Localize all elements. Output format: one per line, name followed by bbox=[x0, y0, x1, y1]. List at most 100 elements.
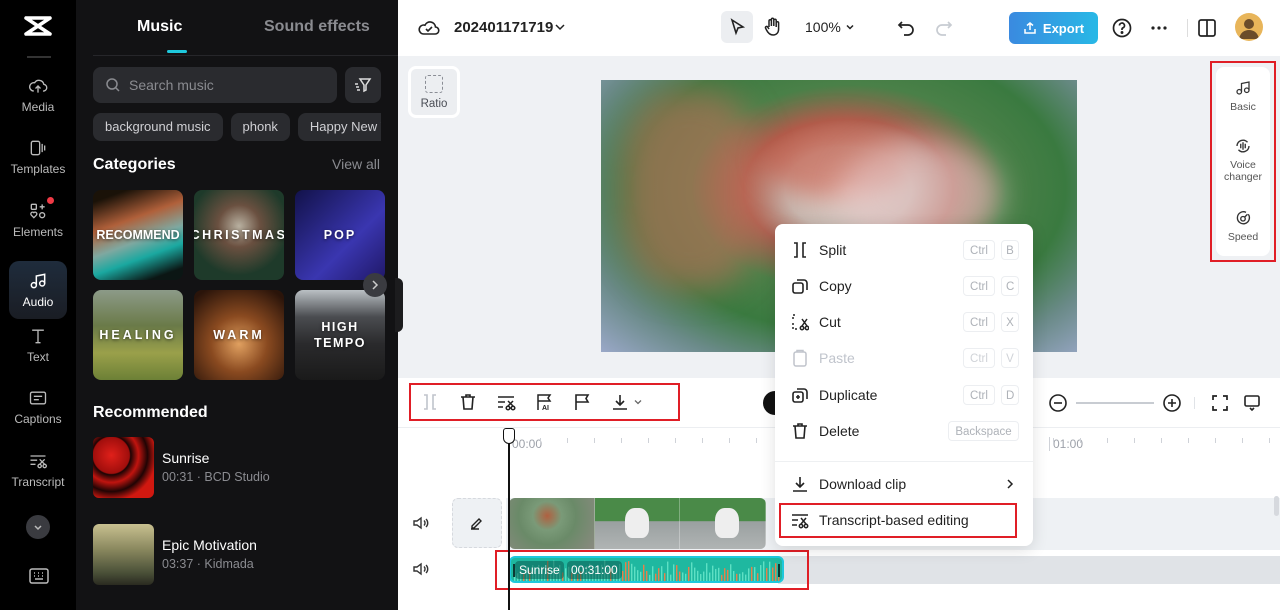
waveform-bar bbox=[712, 565, 714, 581]
ratio-button[interactable]: Ratio bbox=[408, 66, 460, 118]
more-tools-button[interactable] bbox=[26, 515, 50, 539]
ai-marker-icon[interactable]: AI bbox=[534, 392, 554, 412]
zoom-out-icon[interactable] bbox=[1048, 393, 1068, 413]
rail-item-transcript[interactable]: Transcript bbox=[9, 441, 67, 499]
context-menu: Split Ctrl B Copy Ctrl C Cut Ctrl X Past… bbox=[775, 224, 1033, 546]
delete-icon[interactable] bbox=[458, 392, 478, 412]
timeline-scrollbar[interactable] bbox=[1274, 496, 1279, 516]
property-basic[interactable]: Basic bbox=[1216, 79, 1270, 113]
captions-icon bbox=[29, 391, 47, 405]
download-icon[interactable] bbox=[610, 392, 630, 412]
help-icon[interactable] bbox=[1111, 17, 1133, 39]
song-thumbnail bbox=[93, 524, 154, 585]
chip-happy-new-year[interactable]: Happy New Year bbox=[297, 113, 381, 141]
preview-monitor-icon[interactable] bbox=[1242, 393, 1262, 413]
svg-text:AI: AI bbox=[542, 405, 549, 412]
shortcut-key: Ctrl bbox=[963, 385, 995, 405]
category-high-tempo[interactable]: HIGH TEMPO bbox=[295, 290, 385, 380]
ruler-tick bbox=[1242, 438, 1243, 443]
video-clip[interactable] bbox=[509, 498, 766, 549]
ruler-tick bbox=[1080, 438, 1081, 443]
keyboard-shortcuts-icon[interactable] bbox=[29, 567, 49, 585]
song-item[interactable]: Epic Motivation 03:37 · Kidmada bbox=[93, 524, 383, 586]
rail-item-captions[interactable]: Captions bbox=[9, 378, 67, 436]
hand-tool-button[interactable] bbox=[757, 11, 789, 43]
edit-cover-button[interactable] bbox=[452, 498, 502, 548]
user-avatar[interactable] bbox=[1235, 13, 1263, 41]
property-speed[interactable]: Speed bbox=[1216, 209, 1270, 243]
property-label: Speed bbox=[1227, 231, 1259, 243]
audio-clip-sunrise[interactable]: Sunrise 00:31:00 bbox=[509, 556, 784, 583]
voice-changer-icon bbox=[1236, 139, 1250, 153]
clip-trim-handle[interactable] bbox=[778, 564, 780, 577]
zoom-in-icon[interactable] bbox=[1162, 393, 1182, 413]
rail-label: Elements bbox=[12, 225, 64, 239]
waveform-bar bbox=[646, 570, 648, 581]
marker-flag-icon[interactable] bbox=[572, 392, 592, 412]
property-voice-changer[interactable]: Voice changer bbox=[1216, 137, 1270, 183]
transcript-edit-icon[interactable] bbox=[496, 392, 516, 412]
project-name[interactable]: 202401171719 bbox=[454, 19, 553, 36]
menu-item-copy[interactable]: Copy Ctrl C bbox=[791, 272, 1021, 300]
menu-item-duplicate[interactable]: Duplicate Ctrl D bbox=[791, 381, 1021, 409]
zoom-slider[interactable] bbox=[1076, 402, 1154, 404]
rail-label: Media bbox=[21, 100, 55, 114]
chip-background-music[interactable]: background music bbox=[93, 113, 223, 141]
ruler-tick bbox=[567, 438, 568, 443]
filter-button[interactable] bbox=[345, 67, 381, 103]
redo-icon[interactable] bbox=[933, 17, 955, 39]
recommended-title: Recommended bbox=[93, 404, 208, 421]
layout-panel-icon[interactable] bbox=[1196, 17, 1218, 39]
track-volume-icon[interactable] bbox=[412, 561, 430, 577]
category-christmas[interactable]: CHRISTMAS bbox=[194, 190, 284, 280]
category-healing[interactable]: HEALING bbox=[93, 290, 183, 380]
waveform-bar bbox=[664, 573, 666, 581]
tab-music[interactable]: Music bbox=[137, 18, 182, 36]
menu-item-split[interactable]: Split Ctrl B bbox=[791, 236, 1021, 264]
waveform-bar bbox=[772, 567, 774, 581]
menu-label: Duplicate bbox=[819, 387, 878, 403]
audio-clip-duration: 00:31:00 bbox=[567, 561, 622, 579]
categories-next-button[interactable] bbox=[363, 273, 387, 297]
waveform-bar bbox=[775, 563, 777, 581]
rail-item-audio[interactable]: Audio bbox=[9, 261, 67, 319]
ruler-label: 00:00 bbox=[512, 437, 543, 451]
menu-label: Cut bbox=[819, 314, 841, 330]
category-recommend[interactable]: RECOMMEND bbox=[93, 190, 183, 280]
chevron-down-icon[interactable] bbox=[554, 21, 566, 33]
menu-item-delete[interactable]: Delete Backspace bbox=[791, 417, 1021, 445]
rail-item-media[interactable]: Media bbox=[9, 66, 67, 124]
song-meta: 00:31 · BCD Studio bbox=[162, 470, 270, 484]
menu-item-cut[interactable]: Cut Ctrl X bbox=[791, 308, 1021, 336]
rail-item-text[interactable]: Text bbox=[9, 316, 67, 374]
search-music-input[interactable]: Search music bbox=[93, 67, 337, 103]
category-warm[interactable]: WARM bbox=[194, 290, 284, 380]
zoom-level-dropdown[interactable]: 100% bbox=[805, 19, 855, 35]
undo-icon[interactable] bbox=[895, 17, 917, 39]
ruler-tick bbox=[756, 438, 757, 443]
song-item[interactable]: Sunrise 00:31 · BCD Studio bbox=[93, 437, 383, 499]
category-pop[interactable]: POP bbox=[295, 190, 385, 280]
rail-item-elements[interactable]: Elements bbox=[9, 191, 67, 249]
menu-item-paste[interactable]: Paste Ctrl V bbox=[791, 344, 1021, 372]
playhead[interactable] bbox=[503, 428, 515, 610]
track-volume-icon[interactable] bbox=[412, 515, 430, 531]
collapse-panel-handle[interactable] bbox=[395, 278, 403, 332]
chevron-down-icon[interactable] bbox=[633, 397, 643, 407]
playhead-handle[interactable] bbox=[503, 428, 515, 444]
export-button[interactable]: Export bbox=[1009, 12, 1098, 44]
chip-phonk[interactable]: phonk bbox=[230, 113, 290, 141]
shortcut-key: B bbox=[1001, 240, 1019, 260]
waveform-bar bbox=[634, 566, 636, 581]
menu-item-download-clip[interactable]: Download clip bbox=[791, 470, 1021, 498]
fit-screen-icon[interactable] bbox=[1210, 393, 1230, 413]
view-all-link[interactable]: View all bbox=[332, 156, 380, 172]
more-options-icon[interactable] bbox=[1148, 17, 1170, 39]
tab-sound-effects[interactable]: Sound effects bbox=[264, 18, 370, 36]
rail-item-templates[interactable]: Templates bbox=[9, 128, 67, 186]
chevron-down-icon bbox=[34, 525, 42, 531]
select-tool-button[interactable] bbox=[721, 11, 753, 43]
transcript-editing-highlight bbox=[779, 503, 1017, 538]
split-icon[interactable] bbox=[420, 392, 440, 412]
waveform-bar bbox=[700, 574, 702, 581]
